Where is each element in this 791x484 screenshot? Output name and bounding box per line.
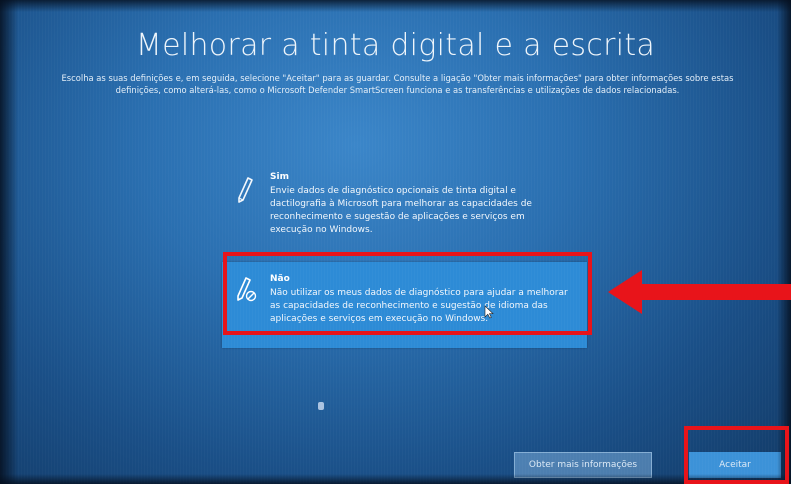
option-sim-title: Sim bbox=[270, 172, 289, 182]
option-sim-description: Envie dados de diagnóstico opcionais de … bbox=[270, 186, 532, 235]
page-description: Escolha as suas definições e, em seguida… bbox=[61, 73, 734, 95]
red-arrow-left-icon bbox=[608, 270, 791, 314]
accept-button-highlight bbox=[684, 426, 789, 484]
nao-option-highlight bbox=[223, 252, 592, 335]
pen-icon bbox=[234, 176, 256, 204]
more-info-button[interactable]: Obter mais informações bbox=[514, 452, 652, 478]
option-sim[interactable]: Sim Envie dados de diagnóstico opcionais… bbox=[222, 172, 587, 252]
screen-glare bbox=[318, 402, 324, 410]
page-title: Melhorar a tinta digital e a escrita bbox=[135, 28, 656, 63]
oobe-screen: Melhorar a tinta digital e a escrita Esc… bbox=[0, 0, 791, 484]
